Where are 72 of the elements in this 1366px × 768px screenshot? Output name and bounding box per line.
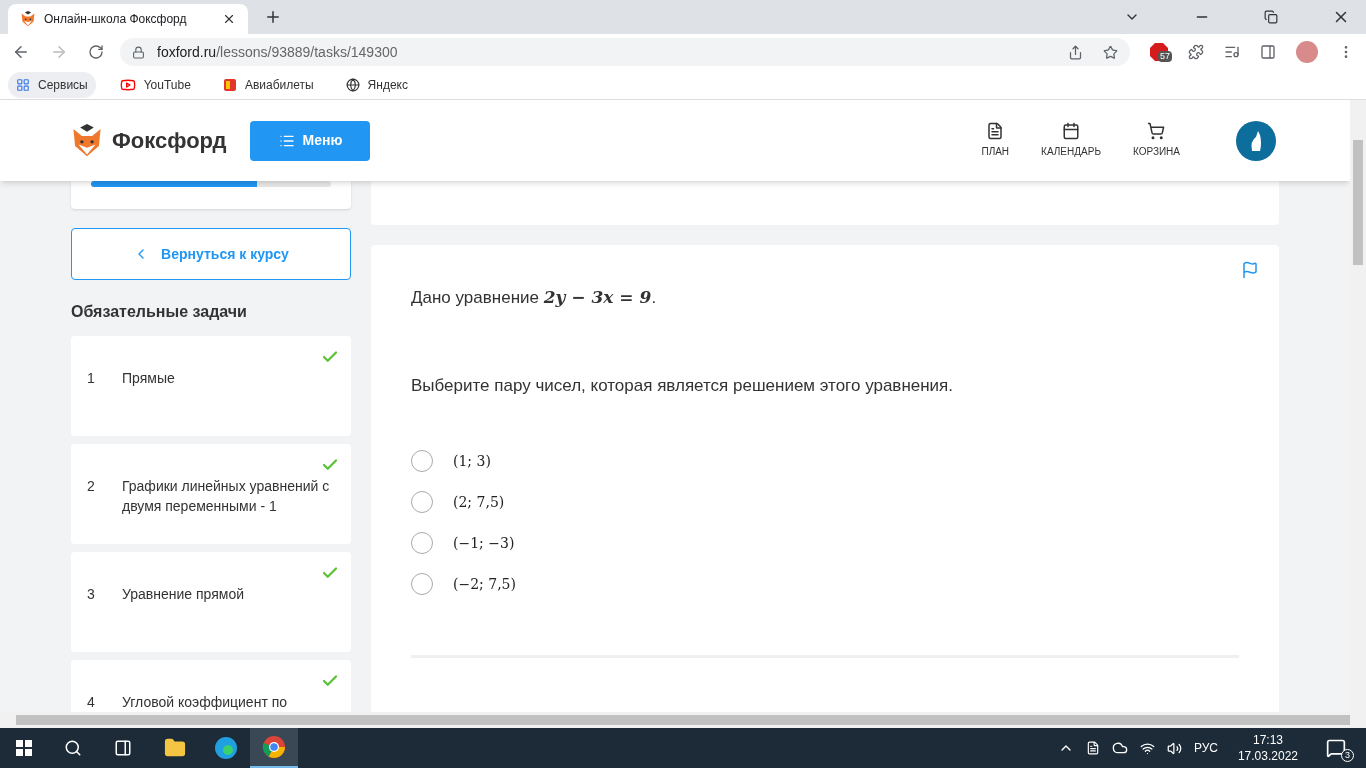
scrollbar-thumb[interactable] [1353, 140, 1363, 265]
ticket-icon [222, 77, 237, 92]
search-icon[interactable] [64, 739, 82, 757]
scrollbar-thumb[interactable] [16, 715, 1350, 725]
task-card[interactable]: 2 Графики линейных уравнений с двумя переменными - 1 [71, 444, 351, 544]
extension-badge: 57 [1158, 51, 1172, 62]
notifications-icon[interactable] [1326, 738, 1346, 758]
side-panel-icon[interactable] [1260, 44, 1276, 60]
close-tab-icon[interactable] [222, 12, 236, 26]
task-title: Угловой коэффициент по [122, 693, 288, 712]
site-logo-text[interactable]: Фоксфорд [112, 124, 227, 157]
task-number: 2 [87, 477, 96, 496]
task-title: Прямые [122, 369, 175, 388]
windows-start-icon[interactable] [16, 740, 32, 756]
reload-icon[interactable] [88, 44, 104, 60]
calendar-icon [1062, 122, 1080, 140]
back-icon[interactable] [12, 43, 30, 61]
bookmark-item[interactable]: Авиабилеты [214, 71, 322, 98]
task-number: 1 [87, 369, 96, 388]
task-question: Выберите пару чисел, которая является решением этого уравнения. [411, 374, 955, 397]
notification-count: 3 [1341, 749, 1354, 762]
browser-tab[interactable]: Онлайн-школа Фоксфорд [8, 4, 248, 34]
task-title: Уравнение прямой [122, 585, 245, 604]
cloud-icon[interactable] [1111, 740, 1128, 756]
network-icon[interactable] [1139, 740, 1155, 756]
document-icon [986, 122, 1005, 140]
bookmark-item[interactable]: Яндекс [337, 71, 416, 98]
folder-icon[interactable] [164, 737, 186, 759]
cart-icon [1147, 122, 1166, 140]
user-avatar-icon[interactable] [1236, 120, 1276, 161]
chrome-taskbar-button[interactable] [250, 728, 298, 768]
lock-icon [132, 45, 145, 59]
task-title: Графики линейных уравнений с двумя переменными - 1 [122, 477, 331, 516]
language-indicator[interactable]: РУС [1193, 739, 1218, 757]
apps-grid-icon [16, 77, 30, 92]
bookmark-star-icon[interactable] [1103, 44, 1118, 60]
section-title: Обязательные задачи [71, 302, 248, 322]
task-number: 4 [87, 693, 96, 712]
tab-title: Онлайн-школа Фоксфорд [44, 11, 188, 28]
nav-link[interactable]: КАЛЕНДАРЬ [1041, 122, 1101, 159]
volume-icon[interactable] [1166, 740, 1182, 756]
task-view-icon[interactable] [114, 739, 132, 757]
option-label: (1; 3) [453, 451, 491, 471]
share-icon[interactable] [1068, 44, 1083, 60]
fox-favicon-icon [20, 11, 36, 27]
bookmark-item[interactable]: YouTube [111, 71, 199, 98]
address-bar[interactable]: foxford.ru/lessons/93889/tasks/149300 [120, 38, 1130, 66]
clock-date[interactable]: 17.03.2022 [1237, 748, 1298, 764]
new-tab-icon[interactable] [264, 8, 282, 26]
option-label: (−1; −3) [453, 533, 515, 553]
task-number: 3 [87, 585, 96, 604]
globe-icon [345, 77, 360, 92]
option-label: (2; 7,5) [453, 492, 505, 512]
task-card[interactable]: 3 Уравнение прямой [71, 552, 351, 652]
clock-time[interactable]: 17:13 [1252, 732, 1283, 748]
extensions-icon[interactable] [1188, 44, 1204, 60]
nav-link[interactable]: КОРЗИНА [1132, 122, 1180, 159]
option-label: (−2; 7,5) [453, 574, 516, 594]
profile-avatar-icon[interactable] [1296, 41, 1318, 63]
task-card[interactable]: 4 Угловой коэффициент по [71, 660, 351, 712]
bookmark-item[interactable]: Сервисы [8, 71, 96, 98]
vertical-scrollbar[interactable] [1350, 100, 1366, 712]
restore-icon[interactable] [1264, 10, 1278, 24]
fox-logo-icon [70, 123, 104, 158]
nav-link[interactable]: ПЛАН [981, 122, 1010, 159]
media-icon[interactable] [1224, 44, 1240, 60]
url-text: foxford.ru/lessons/93889/tasks/149300 [157, 42, 399, 62]
horizontal-scrollbar[interactable] [0, 712, 1366, 728]
task-statement: Дано уравнение 2y − 3x = 9. [411, 286, 658, 309]
chrome-browser-icon [262, 735, 286, 759]
task-card[interactable]: 1 Прямые [71, 336, 351, 436]
flag-icon[interactable] [1241, 261, 1259, 279]
